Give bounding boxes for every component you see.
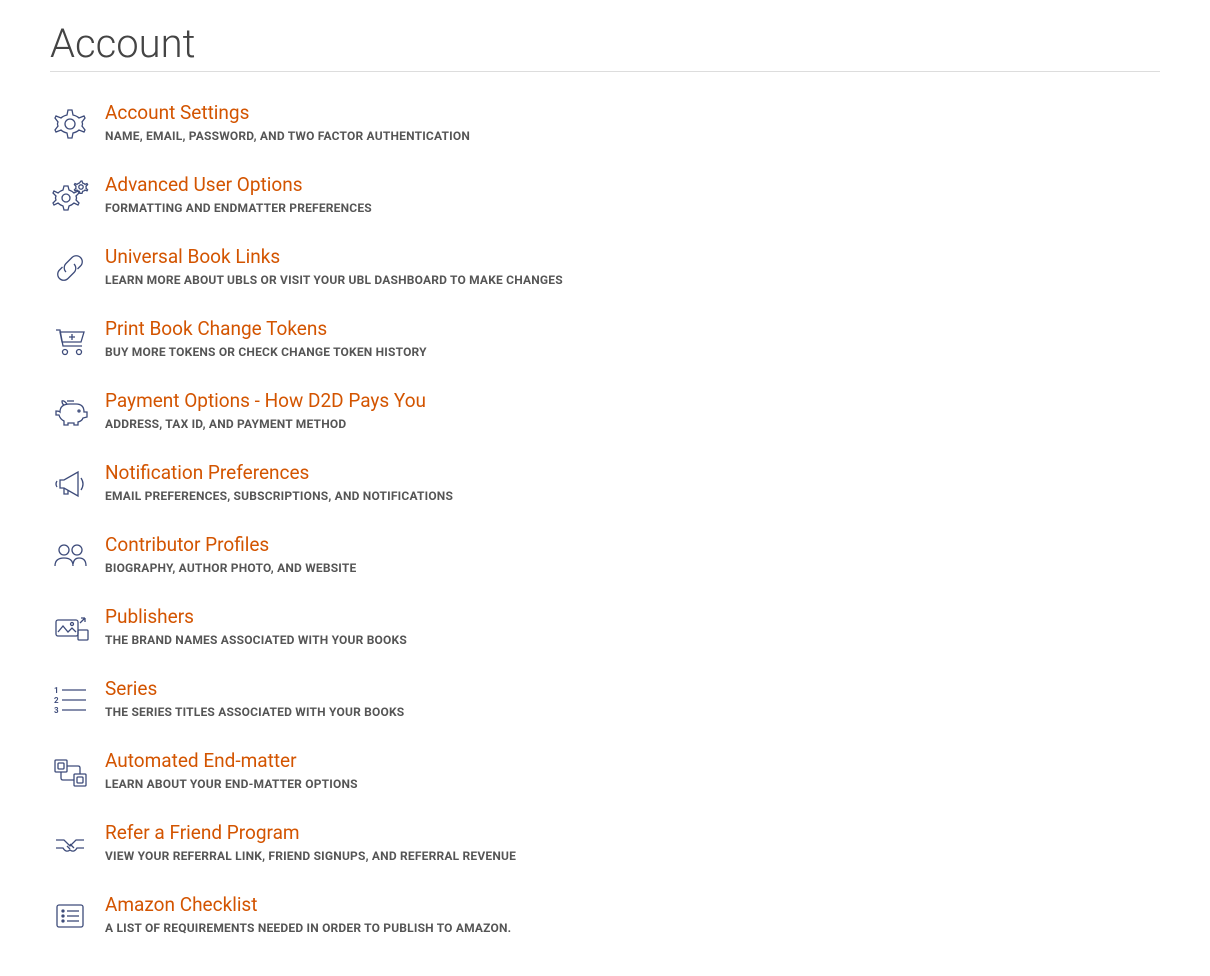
automated-end-matter-link[interactable]: Automated End-matter LEARN ABOUT YOUR END… [50, 740, 1160, 812]
payment-options-link[interactable]: Payment Options - How D2D Pays You ADDRES… [50, 380, 1160, 452]
item-title[interactable]: Advanced User Options [105, 174, 1160, 197]
item-desc: THE BRAND NAMES ASSOCIATED WITH YOUR BOO… [105, 633, 1160, 647]
people-icon [50, 534, 105, 576]
publishers-link[interactable]: Publishers THE BRAND NAMES ASSOCIATED WIT… [50, 596, 1160, 668]
checklist-icon [50, 894, 105, 936]
item-title[interactable]: Universal Book Links [105, 246, 1160, 269]
item-title[interactable]: Print Book Change Tokens [105, 318, 1160, 341]
cart-icon [50, 318, 105, 360]
notification-preferences-link[interactable]: Notification Preferences EMAIL PREFERENCE… [50, 452, 1160, 524]
item-desc: NAME, EMAIL, PASSWORD, AND TWO FACTOR AU… [105, 129, 1160, 143]
item-title[interactable]: Payment Options - How D2D Pays You [105, 390, 1160, 413]
advanced-user-options-link[interactable]: Advanced User Options FORMATTING AND ENDM… [50, 164, 1160, 236]
refer-a-friend-link[interactable]: Refer a Friend Program VIEW YOUR REFERRAL… [50, 812, 1160, 884]
megaphone-icon [50, 462, 105, 504]
item-title[interactable]: Series [105, 678, 1160, 701]
item-desc: FORMATTING AND ENDMATTER PREFERENCES [105, 201, 1160, 215]
item-desc: LEARN MORE ABOUT UBLS OR VISIT YOUR UBL … [105, 273, 1160, 287]
item-title[interactable]: Publishers [105, 606, 1160, 629]
flow-nodes-icon [50, 750, 105, 792]
item-title[interactable]: Account Settings [105, 102, 1160, 125]
item-title[interactable]: Automated End-matter [105, 750, 1160, 773]
item-desc: EMAIL PREFERENCES, SUBSCRIPTIONS, AND NO… [105, 489, 1160, 503]
print-book-change-tokens-link[interactable]: Print Book Change Tokens BUY MORE TOKENS … [50, 308, 1160, 380]
item-title[interactable]: Refer a Friend Program [105, 822, 1160, 845]
item-title[interactable]: Notification Preferences [105, 462, 1160, 485]
item-title[interactable]: Contributor Profiles [105, 534, 1160, 557]
account-items-list: Account Settings NAME, EMAIL, PASSWORD, A… [50, 82, 1160, 956]
account-settings-link[interactable]: Account Settings NAME, EMAIL, PASSWORD, A… [50, 92, 1160, 164]
item-desc: VIEW YOUR REFERRAL LINK, FRIEND SIGNUPS,… [105, 849, 1160, 863]
piggy-bank-icon [50, 390, 105, 432]
link-icon [50, 246, 105, 288]
item-desc: THE SERIES TITLES ASSOCIATED WITH YOUR B… [105, 705, 1160, 719]
gear-icon [50, 102, 105, 144]
item-desc: LEARN ABOUT YOUR END-MATTER OPTIONS [105, 777, 1160, 791]
contributor-profiles-link[interactable]: Contributor Profiles BIOGRAPHY, AUTHOR PH… [50, 524, 1160, 596]
gears-icon [50, 174, 105, 216]
item-desc: ADDRESS, TAX ID, AND PAYMENT METHOD [105, 417, 1160, 431]
series-link[interactable]: Series THE SERIES TITLES ASSOCIATED WITH … [50, 668, 1160, 740]
item-desc: A LIST OF REQUIREMENTS NEEDED IN ORDER T… [105, 921, 1160, 935]
item-title[interactable]: Amazon Checklist [105, 894, 1160, 917]
item-desc: BUY MORE TOKENS OR CHECK CHANGE TOKEN HI… [105, 345, 1160, 359]
item-desc: BIOGRAPHY, AUTHOR PHOTO, AND WEBSITE [105, 561, 1160, 575]
numbered-list-icon [50, 678, 105, 720]
page-title: Account [50, 20, 1160, 72]
picture-arrow-icon [50, 606, 105, 648]
handshake-icon [50, 822, 105, 864]
universal-book-links-link[interactable]: Universal Book Links LEARN MORE ABOUT UBL… [50, 236, 1160, 308]
